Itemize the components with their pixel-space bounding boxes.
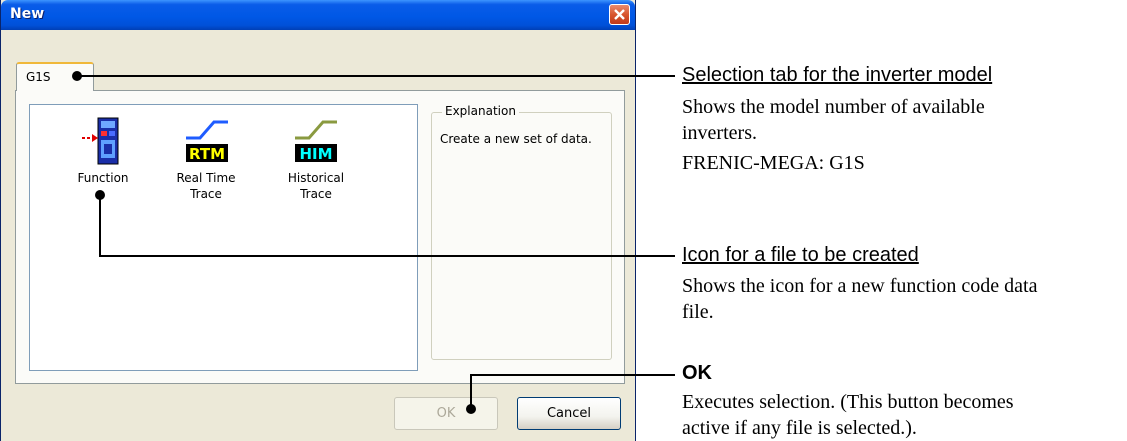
- leader-tab: [72, 71, 675, 81]
- annotation-ok-title: OK: [682, 362, 712, 384]
- leader-ok: [466, 374, 675, 414]
- annotation-icon-title: Icon for a file to be created: [682, 244, 919, 266]
- annotation-icon-body: Shows the icon for a new function code d…: [682, 275, 1038, 323]
- annotation-ok-body: Executes selection. (This button becomes…: [682, 391, 1014, 439]
- leader-icon: [95, 190, 675, 257]
- annotation-tab-body: Shows the model number of available inve…: [682, 96, 985, 174]
- annotation-tab-title: Selection tab for the inverter model: [682, 64, 993, 86]
